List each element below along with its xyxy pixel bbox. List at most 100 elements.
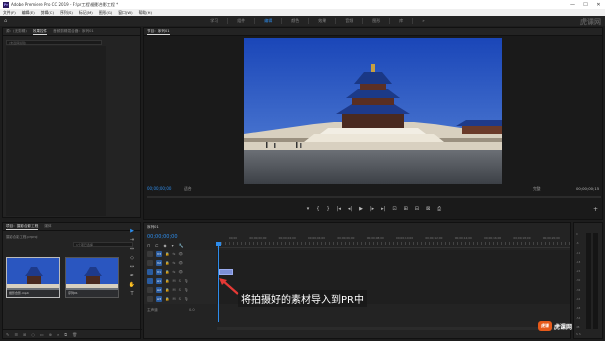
timeline-clip[interactable] — [219, 269, 233, 275]
sync-lock-icon[interactable]: ⇆ — [172, 252, 175, 256]
type-tool-icon[interactable]: T — [130, 291, 133, 297]
workspace-tab-graphics[interactable]: 图形 — [363, 18, 391, 24]
timeline-timecode[interactable]: 00;00;00;00 — [147, 234, 178, 240]
solo-icon[interactable]: S — [179, 288, 181, 292]
workspace-more-button[interactable]: » — [413, 18, 433, 24]
button-editor-plus[interactable]: + — [593, 206, 598, 213]
extract-button[interactable]: ⊞ — [404, 206, 408, 212]
razor-tool-icon[interactable]: ◇ — [130, 255, 134, 261]
selection-tool-icon[interactable]: ▶ — [130, 228, 134, 234]
add-marker-button[interactable]: ▾ — [307, 206, 310, 212]
master-volume-value[interactable]: 0.0 — [189, 308, 195, 312]
play-button[interactable]: ▶ — [359, 206, 363, 212]
icon-view-icon[interactable]: ⊞ — [23, 332, 26, 337]
solo-icon[interactable]: S — [179, 297, 181, 301]
zoom-slider-icon[interactable]: ○ — [31, 332, 35, 337]
new-bin-icon[interactable]: ⧉ — [64, 332, 67, 337]
tab-media[interactable]: 媒体 — [44, 224, 51, 229]
go-to-in-button[interactable]: |◂ — [337, 206, 341, 212]
close-button[interactable]: ✕ — [592, 0, 605, 9]
workspace-tab-editing[interactable]: 编辑 — [255, 18, 283, 24]
tab-sequence-01[interactable]: 序列01 — [147, 225, 159, 230]
program-video-frame[interactable] — [244, 38, 502, 184]
solo-icon[interactable]: S — [179, 279, 181, 283]
sync-lock-icon[interactable]: ⇆ — [172, 270, 175, 274]
monitor-scrub-bar[interactable] — [147, 196, 601, 198]
track-target-v1[interactable]: V1 — [156, 269, 162, 275]
track-target-v3[interactable]: V3 — [156, 251, 162, 257]
source-patch-a3[interactable] — [147, 296, 153, 302]
track-area-v2[interactable] — [217, 258, 570, 268]
automate-icon[interactable]: ⊕ — [49, 332, 52, 337]
lock-icon[interactable]: 🔒 — [165, 288, 169, 292]
tab-program[interactable]: 节目：序列01 — [147, 29, 170, 35]
menu-sequence[interactable]: 序列(S) — [60, 10, 73, 16]
mute-icon[interactable]: M — [172, 279, 175, 283]
ripple-edit-tool-icon[interactable]: ⇔ — [130, 246, 134, 252]
time-ruler[interactable]: 00;00 00;00;00;00 00;00;02;00 00;00;04;0… — [217, 234, 570, 248]
maximize-button[interactable]: ☐ — [579, 0, 592, 9]
linked-selection-icon[interactable]: ◆ — [163, 243, 166, 248]
menu-file[interactable]: 文件(F) — [3, 10, 16, 16]
source-patch-v3[interactable] — [147, 251, 153, 257]
minimize-button[interactable]: — — [566, 0, 579, 9]
menu-graphics[interactable]: 图形(G) — [99, 10, 113, 16]
zoom-level-select[interactable]: 适合 — [184, 186, 192, 192]
wrench-icon[interactable]: 🔧 — [179, 243, 184, 248]
trash-icon[interactable]: 🗑 — [72, 332, 77, 337]
slip-tool-icon[interactable]: ↔ — [130, 264, 134, 270]
mark-in-button[interactable]: { — [316, 206, 319, 212]
track-area-a1[interactable] — [217, 276, 570, 286]
lift-button[interactable]: ⊡ — [392, 206, 396, 212]
source-patch-a1[interactable] — [147, 278, 153, 284]
lock-icon[interactable]: 🔒 — [165, 297, 169, 301]
mute-icon[interactable]: M — [172, 297, 175, 301]
eye-icon[interactable]: 👁 — [179, 270, 184, 274]
lock-icon[interactable]: 🔒 — [165, 270, 169, 274]
lock-icon[interactable]: 🔒 — [165, 279, 169, 283]
workspace-tab-assembly[interactable]: 组件 — [228, 18, 256, 24]
tab-source[interactable]: 源：(无剪辑) — [6, 29, 27, 34]
track-area-v1[interactable] — [217, 267, 570, 277]
microphone-icon[interactable]: 🎙 — [184, 297, 189, 301]
menu-marker[interactable]: 标记(M) — [79, 10, 93, 16]
track-target-a3[interactable]: A3 — [156, 296, 162, 302]
go-to-out-button[interactable]: ▸| — [381, 206, 385, 212]
list-view-icon[interactable]: ☰ — [14, 332, 18, 337]
find-icon[interactable]: ⌕ — [57, 332, 59, 337]
tab-project[interactable]: 项目：摄影合影工程 — [6, 224, 39, 230]
step-forward-button[interactable]: |▸ — [370, 206, 374, 212]
project-search-input[interactable]: 1个项已选择 — [73, 242, 133, 247]
track-target-a1[interactable]: A1 — [156, 278, 162, 284]
playback-resolution-select[interactable]: 完整 — [533, 186, 541, 192]
track-area-v3[interactable] — [217, 249, 570, 259]
microphone-icon[interactable]: 🎙 — [184, 288, 189, 292]
mark-out-button[interactable]: } — [327, 206, 330, 212]
track-select-tool-icon[interactable]: ⇥ — [130, 237, 134, 243]
comparison-view-button[interactable]: ⊠ — [426, 206, 430, 212]
project-item-clip[interactable]: 摄影合影.mp4 — [6, 257, 60, 298]
workspace-tab-effects[interactable]: 效果 — [309, 18, 337, 24]
menu-window[interactable]: 窗口(W) — [118, 10, 132, 16]
home-icon[interactable]: ⌂ — [4, 18, 7, 24]
menu-help[interactable]: 帮助(H) — [139, 10, 152, 16]
add-marker-icon[interactable]: ▾ — [172, 243, 174, 248]
program-timecode[interactable]: 00;00;00;00 — [147, 186, 171, 191]
workspace-tab-learn[interactable]: 学习 — [201, 18, 229, 24]
lock-icon[interactable]: ✎ — [6, 332, 9, 337]
track-target-v2[interactable]: V2 — [156, 260, 162, 266]
camera-icon[interactable]: ⎙ — [437, 206, 441, 212]
eye-icon[interactable]: 👁 — [179, 261, 184, 265]
sort-icon[interactable]: ▭ — [40, 332, 44, 337]
lock-icon[interactable]: 🔒 — [165, 261, 169, 265]
timeline-scrollbar[interactable] — [217, 327, 570, 330]
nest-toggle-icon[interactable]: ⊓ — [147, 243, 150, 248]
tab-effect-controls[interactable]: 效果控件 — [32, 29, 48, 35]
lock-icon[interactable]: 🔒 — [165, 252, 169, 256]
eye-icon[interactable]: 👁 — [179, 252, 184, 256]
track-target-a2[interactable]: A2 — [156, 287, 162, 293]
menu-clip[interactable]: 剪辑(C) — [41, 10, 54, 16]
step-back-button[interactable]: ◂| — [348, 206, 352, 212]
workspace-tab-audio[interactable]: 音频 — [336, 18, 364, 24]
source-patch-a2[interactable] — [147, 287, 153, 293]
